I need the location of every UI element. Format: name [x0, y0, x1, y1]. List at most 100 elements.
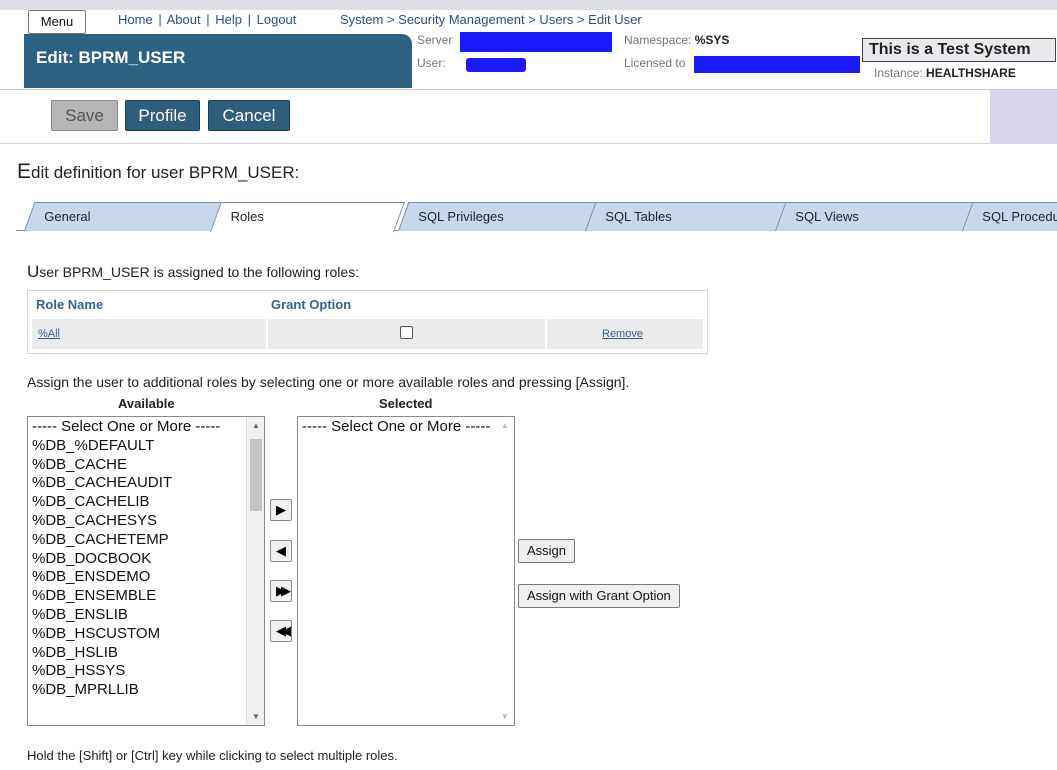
move-left-button[interactable]: ◀ — [270, 540, 292, 562]
top-links: Home | About | Help | Logout — [118, 12, 296, 27]
double-arrow-left-icon: ◀◀ — [276, 623, 291, 638]
role-name-header: Role Name — [36, 297, 104, 312]
about-link[interactable]: About — [167, 12, 201, 27]
list-item[interactable]: %DB_ENSDEMO — [28, 567, 264, 586]
header: Menu Home | About | Help | Logout System… — [0, 0, 1057, 90]
namespace-label-text: Namespace: — [624, 33, 692, 47]
selected-label: Selected — [379, 396, 433, 411]
tab-bar: General Roles SQL Privileges SQL Tables … — [0, 200, 1057, 234]
user-redaction — [466, 58, 526, 72]
tab-roles[interactable]: Roles — [210, 202, 405, 232]
namespace-value: %SYS — [694, 33, 730, 47]
licensed-label: Licensed to — [624, 56, 686, 70]
tab-sql-privileges[interactable]: SQL Privileges — [398, 202, 597, 231]
scrollbar[interactable]: ▲ ▼ — [246, 417, 264, 725]
instance-value: HEALTHSHARE — [926, 66, 1016, 80]
assigned-initial: U — [27, 262, 40, 281]
page-title: Edit: BPRM_USER — [36, 48, 186, 67]
list-item[interactable]: %DB_CACHESYS — [28, 511, 264, 530]
selected-options: ----- Select One or More ----- — [298, 417, 514, 436]
assign-button[interactable]: Assign — [518, 539, 576, 563]
scroll-thumb[interactable] — [250, 439, 262, 511]
tab-label: SQL Tables — [605, 209, 672, 224]
assigned-rest: ser BPRM_USER is assigned to the followi… — [39, 264, 360, 280]
list-item[interactable]: ----- Select One or More ----- — [28, 417, 264, 436]
heading-text: dit definition for user BPRM_USER: — [31, 163, 300, 182]
cancel-button[interactable]: Cancel — [208, 100, 290, 131]
list-item[interactable]: %DB_CACHE — [28, 455, 264, 474]
scroll-up-icon[interactable]: ▲ — [247, 421, 264, 430]
logout-link[interactable]: Logout — [257, 12, 297, 27]
link-separator: | — [158, 12, 162, 27]
toolbar-side-panel — [990, 90, 1057, 144]
list-item[interactable]: %DB_HSCUSTOM — [28, 624, 264, 643]
profile-button[interactable]: Profile — [125, 100, 200, 131]
list-item[interactable]: %DB_CACHETEMP — [28, 530, 264, 549]
link-separator: | — [247, 12, 251, 27]
list-item[interactable]: %DB_%DEFAULT — [28, 436, 264, 455]
assign-with-grant-button[interactable]: Assign with Grant Option — [518, 584, 680, 608]
available-options: ----- Select One or More ----- %DB_%DEFAU… — [28, 417, 264, 699]
remove-link[interactable]: Remove — [602, 328, 643, 340]
namespace-label: Namespace: %SYS — [624, 33, 729, 47]
arrow-left-icon: ◀ — [276, 543, 286, 558]
list-item[interactable]: %DB_MPRLLIB — [28, 680, 264, 699]
cell-divider — [545, 319, 547, 349]
available-roles-list[interactable]: ----- Select One or More ----- %DB_%DEFAU… — [27, 416, 265, 726]
arrow-right-icon: ▶ — [276, 502, 286, 517]
toolbar: Save Profile Cancel — [0, 90, 1057, 144]
tab-sql-tables[interactable]: SQL Tables — [585, 202, 788, 231]
test-system-banner: This is a Test System — [862, 38, 1056, 62]
list-item[interactable]: %DB_HSLIB — [28, 643, 264, 662]
instance-label: Instance: — [874, 66, 923, 80]
user-label: User: — [417, 56, 446, 70]
scroll-down-icon[interactable]: ▼ — [496, 712, 514, 721]
scroll-down-icon[interactable]: ▼ — [247, 712, 264, 721]
top-strip — [0, 0, 1057, 10]
heading-initial: E — [17, 160, 32, 183]
list-item[interactable]: %DB_CACHEAUDIT — [28, 473, 264, 492]
tab-sql-views[interactable]: SQL Views — [775, 202, 976, 231]
menu-button[interactable]: Menu — [28, 10, 86, 34]
tab-label: General — [44, 209, 91, 224]
tab-label: SQL Privileges — [418, 209, 504, 224]
role-link[interactable]: %All — [38, 328, 60, 340]
scroll-up-icon[interactable]: ▲ — [496, 421, 514, 430]
list-item[interactable]: %DB_ENSEMBLE — [28, 586, 264, 605]
tab-label: Roles — [230, 209, 264, 224]
list-item[interactable]: %DB_DOCBOOK — [28, 549, 264, 568]
move-right-button[interactable]: ▶ — [270, 499, 292, 521]
tab-sql-procedures[interactable]: SQL Procedu — [962, 202, 1057, 231]
link-separator: | — [206, 12, 210, 27]
move-all-left-button[interactable]: ◀◀ — [270, 620, 292, 642]
breadcrumb[interactable]: System > Security Management > Users > E… — [340, 12, 642, 27]
home-link[interactable]: Home — [118, 12, 153, 27]
selected-roles-list[interactable]: ----- Select One or More ----- ▲ ▼ — [297, 416, 515, 726]
page-heading: Edit definition for user BPRM_USER: — [17, 160, 299, 184]
grant-option-checkbox[interactable] — [400, 326, 413, 339]
licensed-redaction — [694, 56, 860, 73]
server-redaction — [460, 32, 612, 52]
title-bar: Edit: BPRM_USER — [24, 34, 412, 88]
table-row: %All Remove — [32, 319, 703, 349]
list-item[interactable]: ----- Select One or More ----- — [298, 417, 514, 436]
save-button[interactable]: Save — [51, 100, 118, 131]
grant-option-header: Grant Option — [271, 297, 352, 312]
double-arrow-right-icon: ▶▶ — [276, 583, 291, 598]
cell-divider — [266, 319, 268, 349]
multi-select-hint: Hold the [Shift] or [Ctrl] key while cli… — [27, 748, 398, 763]
list-item[interactable]: %DB_ENSLIB — [28, 605, 264, 624]
help-link[interactable]: Help — [215, 12, 242, 27]
scrollbar[interactable]: ▲ ▼ — [496, 417, 514, 725]
assigned-roles-text: User BPRM_USER is assigned to the follow… — [27, 262, 359, 282]
list-item[interactable]: %DB_CACHELIB — [28, 492, 264, 511]
instance-info: Instance: HEALTHSHARE — [874, 66, 1016, 80]
assign-instruction: Assign the user to additional roles by s… — [27, 374, 630, 390]
tab-label: SQL Procedu — [982, 209, 1057, 224]
roles-table: Role Name Grant Option %All Remove — [27, 290, 708, 354]
available-label: Available — [118, 396, 175, 411]
move-all-right-button[interactable]: ▶▶ — [270, 580, 292, 602]
tab-label: SQL Views — [795, 209, 859, 224]
tab-general[interactable]: General — [24, 202, 229, 231]
list-item[interactable]: %DB_HSSYS — [28, 661, 264, 680]
